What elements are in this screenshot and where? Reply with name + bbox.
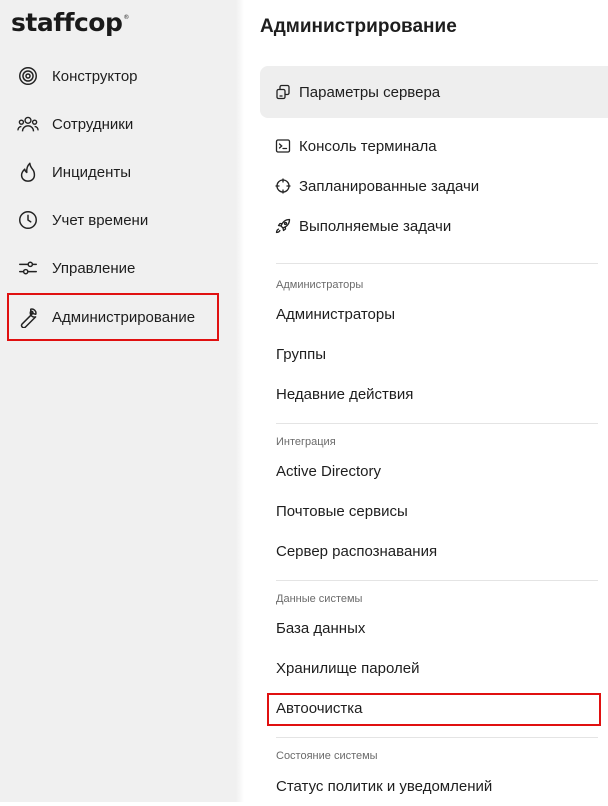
sidebar-item-management[interactable]: Управление [8,246,218,290]
users-icon [16,112,40,136]
sidebar-item-label: Инциденты [52,163,132,181]
page-title: Администрирование [260,16,457,37]
menu-item-recent-actions[interactable]: Недавние действия [260,374,608,414]
sidebar-item-label: Управление [52,259,136,277]
sliders-icon [16,256,40,280]
menu-item-server-params[interactable]: Параметры сервера [260,66,608,118]
main-content: Администрирование Параметры сервера Конс… [244,0,608,802]
divider [276,580,598,581]
sidebar-item-label: Конструктор [52,67,138,85]
sidebar-item-incidents[interactable]: Инциденты [8,150,218,194]
sidebar-item-label: Учет времени [52,211,149,229]
section-label-system-status: Состояние системы [276,750,378,762]
menu-item-mail-services[interactable]: Почтовые сервисы [260,491,608,531]
divider [276,423,598,424]
menu-item-terminal-console[interactable]: Консоль терминала [260,126,608,166]
menu-item-active-directory[interactable]: Active Directory [260,451,608,491]
section-label-admins: Администраторы [276,279,364,291]
sidebar-shadow [236,0,244,802]
menu-item-administrators[interactable]: Администраторы [260,294,608,334]
menu-item-password-storage[interactable]: Хранилище паролей [260,648,608,688]
menu-item-policy-status[interactable]: Статус политик и уведомлений [260,766,608,806]
sidebar-item-employees[interactable]: Сотрудники [8,102,218,146]
clock-icon [16,208,40,232]
menu-item-recognition-server[interactable]: Сервер распознавания [260,531,608,571]
menu-item-running-tasks[interactable]: Выполняемые задачи [260,206,608,246]
server-params-icon [274,83,292,101]
sidebar-item-constructor[interactable]: Конструктор [8,54,218,98]
menu-item-scheduled-tasks[interactable]: Запланированные задачи [260,166,608,206]
target-icon [16,64,40,88]
divider [276,737,598,738]
section-label-system-data: Данные системы [276,593,363,605]
crosshair-icon [274,177,292,195]
divider [276,263,598,264]
sidebar-item-time-tracking[interactable]: Учет времени [8,198,218,242]
staffcop-logo[interactable]: staffcop® [11,8,129,37]
sidebar-item-administration[interactable]: Администрирование [7,293,219,341]
menu-item-auto-cleanup[interactable]: Автоочистка [260,688,608,728]
terminal-icon [274,137,292,155]
sidebar: staffcop® Конструктор Сотрудники Инциден… [0,0,236,802]
flame-icon [16,160,40,184]
menu-item-groups[interactable]: Группы [260,334,608,374]
sidebar-item-label: Администрирование [52,308,196,326]
rocket-icon [274,217,292,235]
section-label-integration: Интеграция [276,436,336,448]
wrench-icon [16,305,40,329]
sidebar-item-label: Сотрудники [52,115,134,133]
menu-item-database[interactable]: База данных [260,608,608,648]
